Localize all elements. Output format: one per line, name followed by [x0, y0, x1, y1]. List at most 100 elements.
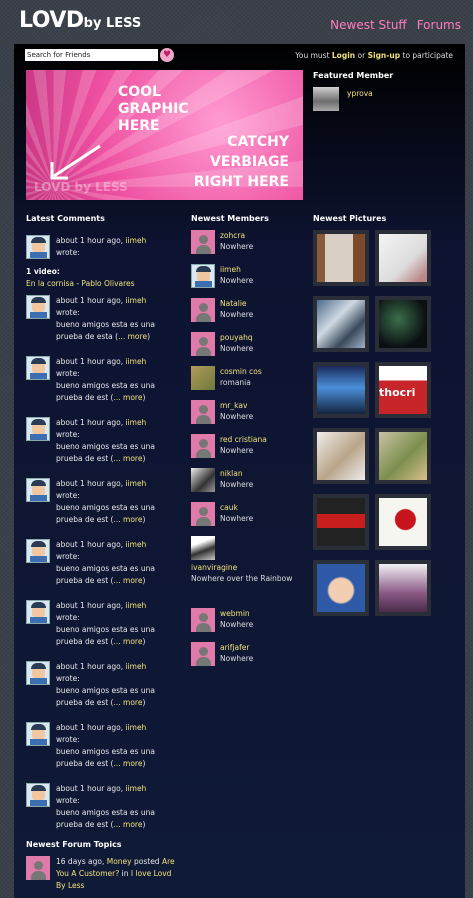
member-name-link[interactable]: pouyahq — [220, 332, 253, 343]
avatar[interactable] — [191, 264, 215, 288]
avatar[interactable] — [191, 502, 215, 526]
nav-newest-stuff[interactable]: Newest Stuff — [330, 18, 407, 32]
member-name-link[interactable]: zohcra — [220, 230, 253, 241]
comment-wrote: wrote: — [56, 369, 80, 378]
comment-item: about 1 hour ago, iimeh wrote: bueno amigo… — [26, 600, 176, 648]
signup-link[interactable]: Sign-up — [368, 51, 401, 60]
comment-user-link[interactable]: iimeh — [125, 662, 146, 671]
comment-wrote: wrote: — [56, 491, 80, 500]
picture-thumb[interactable] — [375, 296, 431, 352]
comment-user-link[interactable]: iimeh — [125, 357, 146, 366]
site-logo[interactable]: LOVDby LESS — [19, 8, 141, 33]
comment-more-link[interactable]: ... more — [113, 454, 142, 463]
banner-line-2: GRAPHIC — [118, 101, 189, 117]
avatar[interactable] — [26, 417, 50, 441]
comment-close-paren: ) — [142, 820, 146, 829]
comment-time: about 1 hour ago, — [56, 784, 124, 793]
login-msg-prefix: You must — [295, 51, 330, 60]
forum-topics-title: Newest Forum Topics — [26, 840, 122, 849]
avatar[interactable] — [191, 332, 215, 356]
comment-meta: about 1 hour ago, iimeh wrote: bueno amigo… — [56, 295, 176, 343]
picture-thumb[interactable] — [313, 362, 369, 418]
picture-thumb[interactable] — [313, 560, 369, 616]
featured-member[interactable]: yprova — [313, 87, 373, 111]
avatar[interactable] — [191, 400, 215, 424]
member-name-link[interactable]: iimeh — [220, 264, 253, 275]
promo-banner[interactable]: COOL GRAPHIC HERE CATCHY VERBIAGE RIGHT … — [26, 70, 303, 200]
comment-wrote: wrote: — [56, 248, 80, 257]
comment-more-link[interactable]: ... more — [113, 637, 142, 646]
picture-thumb[interactable] — [313, 494, 369, 550]
avatar[interactable] — [191, 608, 215, 632]
member-location: Nowhere — [220, 620, 254, 629]
video-link[interactable]: En la cornisa - Pablo Olivares — [26, 279, 135, 288]
avatar[interactable] — [191, 434, 215, 458]
comment-meta: about 1 hour ago, iimeh wrote: — [56, 235, 146, 259]
avatar[interactable] — [191, 642, 215, 666]
avatar[interactable] — [191, 298, 215, 322]
comment-more-link[interactable]: ... more — [113, 515, 142, 524]
avatar[interactable] — [26, 539, 50, 563]
member-name-link[interactable]: cosmin cos — [220, 366, 262, 377]
member-name-link[interactable]: ivanviragine — [191, 562, 301, 573]
member-name-link[interactable]: Natalie — [220, 298, 253, 309]
featured-member-name[interactable]: yprova — [347, 89, 373, 98]
comment-user-link[interactable]: iimeh — [125, 479, 146, 488]
comment-more-link[interactable]: ... more — [113, 759, 142, 768]
comment-close-paren: ) — [142, 515, 146, 524]
comment-user-link[interactable]: iimeh — [125, 296, 146, 305]
comment-close-paren: ) — [142, 393, 146, 402]
avatar[interactable] — [26, 661, 50, 685]
comment-user-link[interactable]: iimeh — [125, 723, 146, 732]
avatar[interactable] — [26, 356, 50, 380]
member-name-link[interactable]: niklan — [220, 468, 253, 479]
member-location: Nowhere — [220, 276, 254, 285]
picture-thumb[interactable] — [313, 428, 369, 484]
comment-user-link[interactable]: iimeh — [125, 540, 146, 549]
comment-user-link[interactable]: iimeh — [125, 236, 146, 245]
avatar[interactable] — [191, 366, 215, 390]
picture-thumb[interactable] — [375, 230, 431, 286]
avatar[interactable] — [191, 468, 215, 492]
comment-more-link[interactable]: ... more — [113, 698, 142, 707]
picture-thumb[interactable] — [313, 296, 369, 352]
login-link[interactable]: Login — [332, 51, 355, 60]
avatar[interactable] — [26, 295, 50, 319]
avatar[interactable] — [26, 722, 50, 746]
avatar[interactable] — [313, 87, 339, 111]
picture-thumb[interactable] — [375, 494, 431, 550]
picture-thumb[interactable]: thocri — [375, 362, 431, 418]
login-msg-suffix: to participate — [402, 51, 454, 60]
nav-forums[interactable]: Forums — [417, 18, 461, 32]
member-info: pouyahq Nowhere — [220, 332, 253, 356]
avatar[interactable] — [191, 230, 215, 254]
avatar[interactable] — [26, 478, 50, 502]
member-name-link[interactable]: mr_kav — [220, 400, 253, 411]
comment-more-link[interactable]: ... more — [113, 393, 142, 402]
comment-close-paren: ) — [142, 759, 146, 768]
member-name-link[interactable]: webmin — [220, 608, 253, 619]
avatar[interactable] — [26, 856, 50, 880]
comment-more-link[interactable]: ... more — [118, 332, 147, 341]
member-name-link[interactable]: cauk — [220, 502, 253, 513]
picture-thumb[interactable] — [375, 560, 431, 616]
picture-thumb[interactable] — [375, 428, 431, 484]
comment-item: about 1 hour ago, iimeh wrote: bueno amigo… — [26, 295, 176, 343]
comment-more-link[interactable]: ... more — [113, 576, 142, 585]
comment-user-link[interactable]: iimeh — [125, 418, 146, 427]
avatar[interactable] — [191, 536, 215, 560]
search-heart-icon[interactable]: ♥ — [160, 48, 174, 62]
search-input[interactable] — [25, 49, 158, 61]
avatar[interactable] — [26, 783, 50, 807]
forum-topic-user-link[interactable]: Money — [107, 857, 132, 866]
comment-user-link[interactable]: iimeh — [125, 601, 146, 610]
latest-comments-title: Latest Comments — [26, 214, 105, 223]
avatar[interactable] — [26, 235, 50, 259]
picture-thumb[interactable] — [313, 230, 369, 286]
comment-user-link[interactable]: iimeh — [125, 784, 146, 793]
member-name-link[interactable]: red cristiana — [220, 434, 267, 445]
member-name-link[interactable]: arifjafer — [220, 642, 253, 653]
comment-more-link[interactable]: ... more — [113, 820, 142, 829]
member-info: zohcra Nowhere — [220, 230, 253, 254]
avatar[interactable] — [26, 600, 50, 624]
